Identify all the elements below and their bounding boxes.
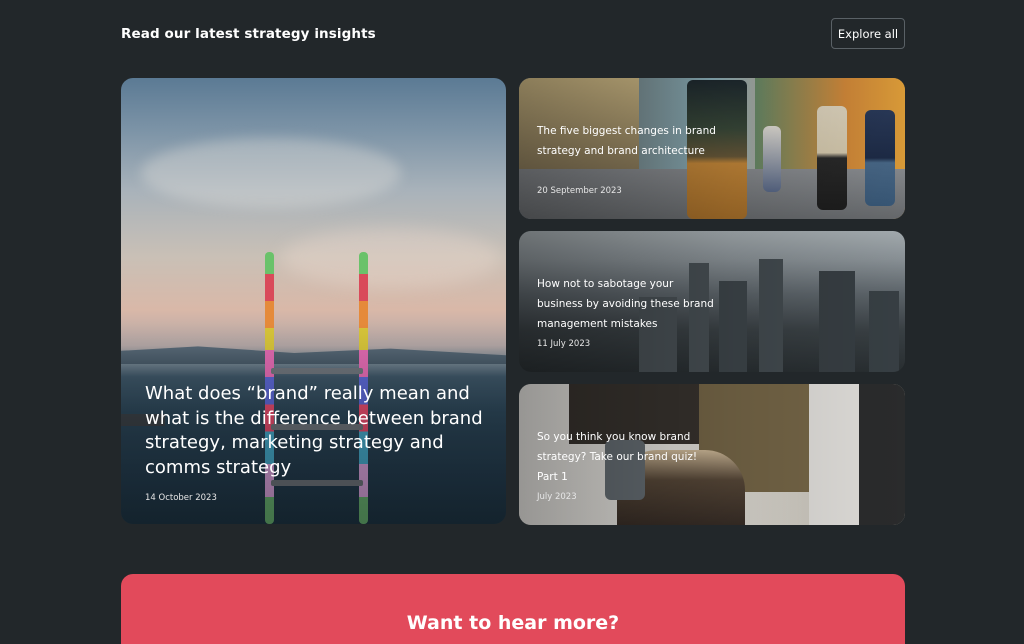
insights-page: Read our latest strategy insights Explor… [0, 0, 1024, 644]
explore-all-button[interactable]: Explore all [831, 18, 905, 49]
article-title: How not to sabotage your business by avo… [537, 278, 714, 330]
article-date: 20 September 2023 [537, 186, 622, 196]
article-card[interactable]: How not to sabotage your business by avo… [519, 231, 905, 372]
section-title: Read our latest strategy insights [121, 26, 376, 42]
featured-article-title: What does “brand” really mean and what i… [145, 383, 483, 478]
newsletter-cta-panel: Want to hear more? [121, 574, 905, 644]
article-title: The five biggest changes in brand strate… [537, 125, 716, 157]
article-date: 11 July 2023 [537, 339, 591, 349]
article-card[interactable]: The five biggest changes in brand strate… [519, 78, 905, 219]
article-card[interactable]: So you think you know brand strategy? Ta… [519, 384, 905, 525]
article-title: So you think you know brand strategy? Ta… [537, 431, 698, 483]
featured-article-date: 14 October 2023 [145, 493, 217, 503]
article-date: July 2023 [537, 492, 577, 502]
cta-title: Want to hear more? [406, 612, 620, 634]
featured-article-card[interactable]: What does “brand” really mean and what i… [121, 78, 506, 524]
